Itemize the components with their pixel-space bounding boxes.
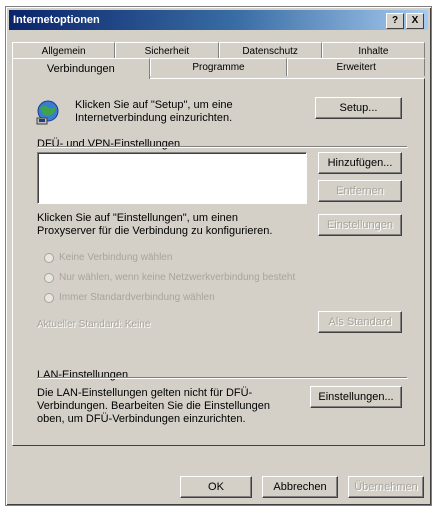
remove-connection-button[interactable]: Entfernen	[318, 180, 402, 202]
lan-group-label: LAN-Einstellungen	[37, 369, 129, 381]
current-default-label: Aktueller Standard:	[37, 319, 123, 330]
lan-description: Die LAN-Einstellungen gelten nicht für D…	[37, 387, 271, 425]
ok-button[interactable]: OK	[180, 476, 252, 498]
dfu-separator	[37, 146, 407, 147]
cancel-button[interactable]: Abbrechen	[262, 476, 338, 498]
lan-settings-button[interactable]: Einstellungen...	[310, 386, 402, 408]
tab-row-bottom: Verbindungen Programme Erweitert	[12, 58, 426, 79]
radio-button[interactable]	[44, 252, 54, 263]
network-globe-icon	[36, 100, 59, 125]
dfu-group-label: DFÜ- und VPN-Einstellungen	[37, 138, 181, 150]
tab-verbindungen[interactable]: Verbindungen	[12, 58, 150, 79]
radio-label: Keine Verbindung wählen	[59, 252, 173, 263]
radio-always-dial[interactable]: Immer Standardverbindung wählen	[44, 292, 215, 303]
radio-never-dial[interactable]: Keine Verbindung wählen	[44, 252, 172, 263]
radio-button[interactable]	[44, 292, 54, 303]
radio-button[interactable]	[44, 272, 54, 283]
set-default-button[interactable]: Als Standard	[318, 311, 402, 333]
title-buttons: ? X	[386, 13, 424, 29]
tab-erweitert[interactable]: Erweitert	[287, 58, 426, 76]
radio-label: Immer Standardverbindung wählen	[59, 292, 215, 303]
title-bar: Internetoptionen ? X	[9, 10, 428, 30]
help-button[interactable]: ?	[386, 13, 404, 29]
setup-button[interactable]: Setup...	[315, 97, 402, 119]
radio-dial-when-no-network[interactable]: Nur wählen, wenn keine Netzwerkverbindun…	[44, 272, 295, 283]
lan-separator	[37, 377, 407, 378]
tab-programme[interactable]: Programme	[149, 58, 288, 76]
close-button[interactable]: X	[406, 13, 424, 29]
apply-button[interactable]: Übernehmen	[348, 476, 424, 498]
dfu-settings-button[interactable]: Einstellungen	[318, 214, 402, 236]
window-title: Internetoptionen	[13, 14, 100, 26]
radio-label: Nur wählen, wenn keine Netzwerkverbindun…	[59, 272, 296, 283]
proxy-hint: Klicken Sie auf "Einstellungen", um eine…	[37, 212, 273, 237]
current-default-value: Keine	[124, 319, 151, 330]
add-connection-button[interactable]: Hinzufügen...	[318, 152, 402, 174]
current-default: Aktueller Standard: Keine	[37, 318, 150, 331]
setup-description: Klicken Sie auf "Setup", um eine Interne…	[75, 99, 233, 124]
dfu-connection-list[interactable]	[37, 152, 307, 204]
